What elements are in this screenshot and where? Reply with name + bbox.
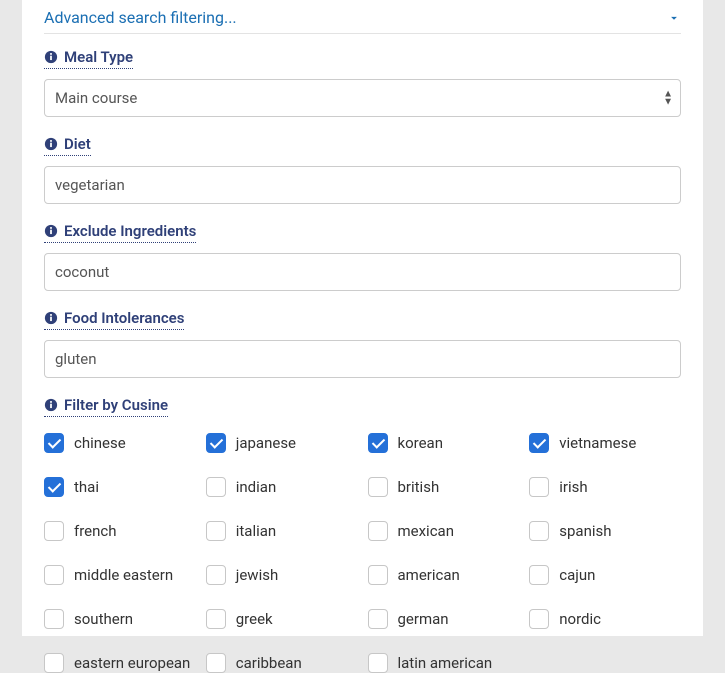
checkbox-icon: [44, 433, 64, 453]
cuisine-label: latin american: [398, 654, 493, 672]
cuisine-checkbox[interactable]: american: [368, 565, 520, 585]
checkbox-icon: [529, 565, 549, 585]
cuisine-label: eastern european: [74, 654, 190, 672]
panel-title: Advanced search filtering...: [44, 8, 237, 27]
checkbox-icon: [368, 565, 388, 585]
checkbox-icon: [206, 653, 226, 673]
checkbox-icon: [368, 653, 388, 673]
cuisine-label: irish: [559, 478, 587, 496]
cuisine-label: spanish: [559, 522, 611, 540]
checkbox-icon: [44, 477, 64, 497]
checkbox-icon: [44, 565, 64, 585]
cuisine-label: italian: [236, 522, 276, 540]
cuisine-checkbox[interactable]: german: [368, 609, 520, 629]
cuisine-label: indian: [236, 478, 276, 496]
info-icon: [44, 137, 58, 151]
checkbox-icon: [368, 521, 388, 541]
cuisine-label: thai: [74, 478, 99, 496]
info-icon: [44, 224, 58, 238]
cuisine-checkbox[interactable]: indian: [206, 477, 358, 497]
checkbox-icon: [44, 653, 64, 673]
cuisine-checkbox[interactable]: korean: [368, 433, 520, 453]
checkbox-icon: [529, 433, 549, 453]
panel-header[interactable]: Advanced search filtering...: [44, 0, 681, 34]
field-label-text: Filter by Cusine: [64, 396, 168, 414]
cuisine-label: japanese: [236, 434, 296, 452]
exclude-input[interactable]: [44, 253, 681, 291]
checkbox-icon: [44, 609, 64, 629]
cuisine-label: jewish: [236, 566, 278, 584]
cuisine-label: french: [74, 522, 117, 540]
meal-type-label: Meal Type: [44, 48, 133, 69]
cuisine-checkbox[interactable]: jewish: [206, 565, 358, 585]
checkbox-icon: [206, 521, 226, 541]
info-icon: [44, 311, 58, 325]
cuisine-label: Filter by Cusine: [44, 396, 168, 417]
cuisine-checkbox[interactable]: latin american: [368, 653, 520, 673]
cuisine-label: british: [398, 478, 440, 496]
cuisine-checkbox[interactable]: french: [44, 521, 196, 541]
checkbox-icon: [529, 477, 549, 497]
cuisine-label: mexican: [398, 522, 455, 540]
cuisine-label: korean: [398, 434, 444, 452]
cuisine-label: american: [398, 566, 460, 584]
cuisine-checkbox[interactable]: thai: [44, 477, 196, 497]
cuisine-checkbox[interactable]: southern: [44, 609, 196, 629]
cuisine-checkbox[interactable]: nordic: [529, 609, 681, 629]
exclude-label: Exclude Ingredients: [44, 222, 196, 243]
cuisine-checkbox[interactable]: italian: [206, 521, 358, 541]
cuisine-checkbox[interactable]: japanese: [206, 433, 358, 453]
intolerances-input[interactable]: [44, 340, 681, 378]
meal-type-field: Meal Type Main course ▲▼: [44, 48, 681, 117]
cuisine-label: cajun: [559, 566, 595, 584]
cuisine-label: greek: [236, 610, 273, 628]
checkbox-icon: [206, 433, 226, 453]
field-label-text: Meal Type: [64, 48, 133, 66]
diet-label: Diet: [44, 135, 91, 156]
cuisine-label: middle eastern: [74, 566, 173, 584]
cuisine-grid: chinese japanese korean vietnamese thai india…: [44, 427, 681, 673]
field-label-text: Diet: [64, 135, 91, 153]
cuisine-field: Filter by Cusine chinese japanese korean vi…: [44, 396, 681, 673]
cuisine-checkbox[interactable]: middle eastern: [44, 565, 196, 585]
checkbox-icon: [368, 609, 388, 629]
checkbox-icon: [44, 521, 64, 541]
cuisine-label: chinese: [74, 434, 126, 452]
checkbox-icon: [529, 521, 549, 541]
field-label-text: Food Intolerances: [64, 309, 184, 327]
cuisine-checkbox[interactable]: cajun: [529, 565, 681, 585]
diet-field: Diet: [44, 135, 681, 204]
cuisine-label: german: [398, 610, 449, 628]
chevron-down-icon: [667, 11, 681, 25]
cuisine-checkbox[interactable]: caribbean: [206, 653, 358, 673]
cuisine-checkbox[interactable]: chinese: [44, 433, 196, 453]
cuisine-checkbox[interactable]: irish: [529, 477, 681, 497]
intolerances-label: Food Intolerances: [44, 309, 184, 330]
diet-input[interactable]: [44, 166, 681, 204]
cuisine-checkbox[interactable]: spanish: [529, 521, 681, 541]
intolerances-field: Food Intolerances: [44, 309, 681, 378]
cuisine-checkbox[interactable]: greek: [206, 609, 358, 629]
cuisine-label: southern: [74, 610, 133, 628]
cuisine-label: vietnamese: [559, 434, 636, 452]
cuisine-label: nordic: [559, 610, 601, 628]
cuisine-checkbox[interactable]: eastern european: [44, 653, 196, 673]
cuisine-checkbox[interactable]: british: [368, 477, 520, 497]
cuisine-checkbox[interactable]: vietnamese: [529, 433, 681, 453]
cuisine-checkbox[interactable]: mexican: [368, 521, 520, 541]
checkbox-icon: [206, 609, 226, 629]
cuisine-label: caribbean: [236, 654, 302, 672]
field-label-text: Exclude Ingredients: [64, 222, 196, 240]
exclude-ingredients-field: Exclude Ingredients: [44, 222, 681, 291]
info-icon: [44, 50, 58, 64]
checkbox-icon: [206, 565, 226, 585]
checkbox-icon: [368, 477, 388, 497]
checkbox-icon: [529, 609, 549, 629]
checkbox-icon: [368, 433, 388, 453]
advanced-search-panel: Advanced search filtering... Meal Type M…: [22, 0, 703, 636]
checkbox-icon: [206, 477, 226, 497]
info-icon: [44, 398, 58, 412]
meal-type-select[interactable]: Main course: [44, 79, 681, 117]
